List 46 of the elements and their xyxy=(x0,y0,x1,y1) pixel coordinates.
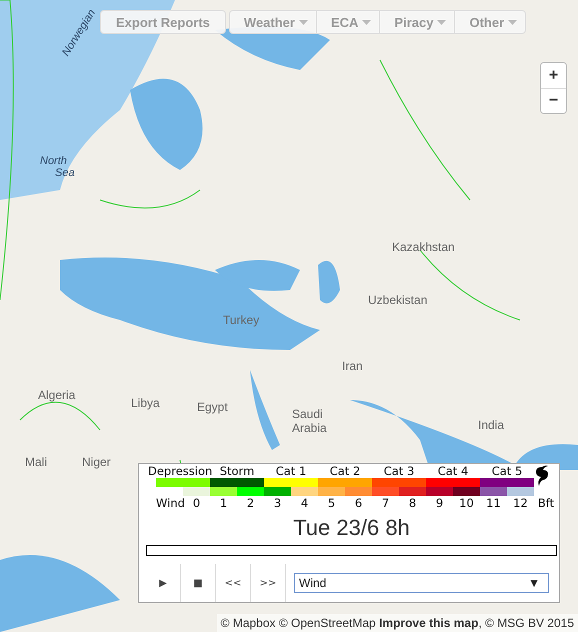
category-label: Cat 2 xyxy=(328,464,362,478)
map-label: Uzbekistan xyxy=(368,293,428,307)
timeline-track[interactable] xyxy=(146,545,557,556)
map-label: Kazakhstan xyxy=(392,240,455,254)
beaufort-number: 12 xyxy=(512,496,529,511)
map-label: Saudi xyxy=(292,407,323,421)
map-label: Iran xyxy=(342,359,363,373)
map-label: Mali xyxy=(25,455,48,469)
beaufort-number: 2 xyxy=(246,496,256,511)
beaufort-number: 0 xyxy=(192,496,202,511)
layer-select[interactable]: Wind ▼ xyxy=(294,573,549,593)
beaufort-number: 11 xyxy=(485,496,502,511)
map-label: Turkey xyxy=(223,313,260,327)
beaufort-number: 3 xyxy=(272,496,282,511)
category-label: Cat 5 xyxy=(490,464,524,478)
beaufort-number: 4 xyxy=(300,496,310,511)
beaufort-number: 5 xyxy=(326,496,336,511)
hurricane-icon xyxy=(534,464,550,486)
caret-icon xyxy=(508,20,518,24)
category-label: Cat 1 xyxy=(274,464,308,478)
map-label: North xyxy=(40,155,67,167)
map-label: Libya xyxy=(131,396,160,410)
map-label: Arabia xyxy=(292,421,327,435)
beaufort-number: 1 xyxy=(218,496,228,511)
map-label: Niger xyxy=(82,455,111,469)
caret-icon xyxy=(362,20,372,24)
wind-label: Wind xyxy=(156,496,183,511)
beaufort-number: 6 xyxy=(354,496,364,511)
caret-icon xyxy=(437,20,446,24)
beaufort-number: 9 xyxy=(434,496,444,511)
category-label: Storm xyxy=(218,464,256,478)
beaufort-number: 7 xyxy=(380,496,390,511)
improve-map-link[interactable]: Improve this map xyxy=(379,616,478,630)
category-label: Cat 3 xyxy=(382,464,416,478)
attribution-text: © Mapbox © OpenStreetMap Improve this map, © MSG BV 2015 xyxy=(216,614,578,632)
forecast-time: Tue 23/6 8h xyxy=(292,515,411,541)
category-label: Cat 4 xyxy=(436,464,470,478)
map-label: Egypt xyxy=(197,400,228,414)
unit-label: Bft xyxy=(536,496,556,511)
map-label: Algeria xyxy=(38,388,76,402)
category-label: Depression xyxy=(148,464,210,478)
caret-icon xyxy=(298,20,308,24)
map-label: India xyxy=(478,418,504,432)
beaufort-number: 10 xyxy=(458,496,475,511)
beaufort-number: 8 xyxy=(408,496,418,511)
zoom-out-button[interactable]: − xyxy=(541,88,566,113)
